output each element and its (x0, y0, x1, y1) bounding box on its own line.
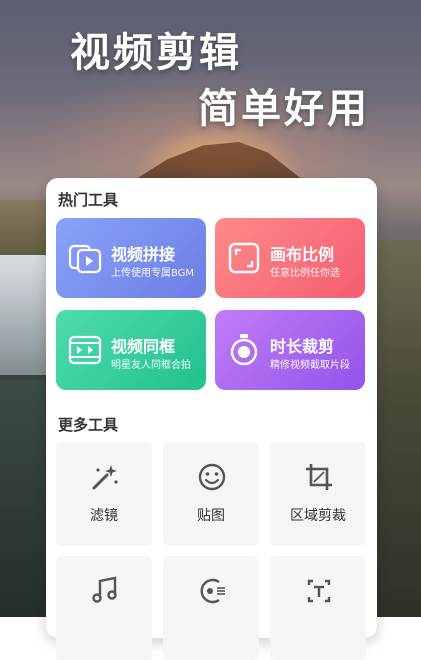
smiley-sticker-icon (198, 463, 226, 491)
canvas-ratio-title: 画布比例 (270, 245, 335, 264)
audio-tool-button[interactable] (163, 556, 259, 660)
background-cliff-left (0, 200, 46, 260)
stopwatch-icon (230, 334, 258, 366)
sticker-tool-label: 贴图 (197, 508, 225, 524)
banner-headline-2: 简单好用 (198, 85, 370, 132)
background-water (0, 380, 46, 617)
sticker-tool-button[interactable]: 贴图 (163, 442, 259, 546)
video-duet-subtitle: 明星友人同框合拍 (111, 360, 191, 371)
video-merge-subtitle: 上传使用专属BGM (111, 268, 195, 279)
banner-headline-1: 视频剪辑 (70, 29, 242, 76)
canvas-ratio-button[interactable]: 画布比例 任意比例任你选 (215, 218, 365, 298)
canvas-ratio-subtitle: 任意比例任你选 (270, 268, 340, 279)
crop-icon (306, 464, 332, 490)
text-box-icon (307, 579, 331, 603)
video-merge-button[interactable]: 视频拼接 上传使用专属BGM (56, 218, 206, 298)
more-tools-title: 更多工具 (58, 416, 119, 434)
filter-tool-label: 滤镜 (90, 508, 118, 524)
audio-wave-icon (200, 578, 225, 604)
music-note-icon (92, 576, 117, 603)
video-duet-icon (68, 335, 102, 365)
background-waterfall (0, 255, 46, 375)
music-tool-button[interactable] (56, 556, 152, 660)
filter-tool-button[interactable]: 滤镜 (56, 442, 152, 546)
crop-tool-button[interactable]: 区域剪裁 (270, 442, 366, 546)
video-merge-icon (68, 244, 102, 274)
duration-trim-subtitle: 精修视频截取片段 (270, 360, 350, 371)
video-duet-title: 视频同框 (111, 337, 176, 356)
video-merge-title: 视频拼接 (111, 245, 176, 264)
tools-card: 热门工具 视频拼接 上传使用专属BGM 画布比例 任意比例任你选 视频同框 明星… (46, 178, 377, 660)
canvas-ratio-icon (228, 242, 260, 274)
duration-trim-title: 时长裁剪 (270, 337, 335, 356)
magic-wand-icon (92, 465, 118, 490)
duration-trim-button[interactable]: 时长裁剪 精修视频截取片段 (215, 310, 365, 390)
crop-tool-label: 区域剪裁 (290, 508, 346, 524)
background-cliff-right (378, 240, 421, 617)
hot-tools-title: 热门工具 (58, 191, 119, 209)
video-duet-button[interactable]: 视频同框 明星友人同框合拍 (56, 310, 206, 390)
text-tool-button[interactable] (270, 556, 366, 660)
